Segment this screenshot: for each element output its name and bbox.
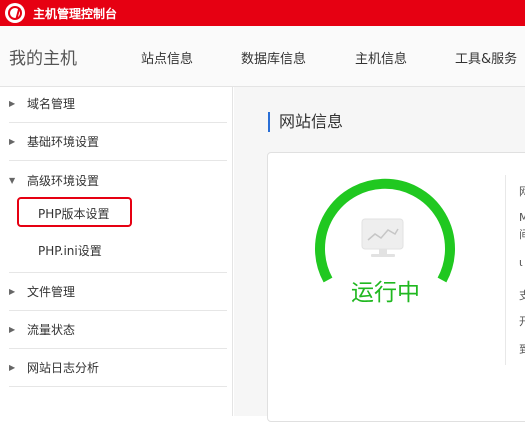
sidebar-item-label: 基础环境设置 bbox=[27, 135, 100, 149]
sidebar-item-basic-env[interactable]: ▶ 基础环境设置 bbox=[9, 123, 227, 161]
divider bbox=[505, 175, 506, 365]
caret-right-icon: ▶ bbox=[9, 325, 16, 334]
info-label: ι bbox=[519, 256, 523, 269]
nav-item-site-info[interactable]: 站点信息 bbox=[141, 48, 193, 67]
top-header: 主机管理控制台 bbox=[0, 0, 525, 26]
caret-right-icon: ▶ bbox=[9, 137, 16, 146]
info-label: 网 bbox=[519, 185, 525, 198]
info-label: 开 bbox=[519, 315, 525, 328]
caret-right-icon: ▶ bbox=[9, 363, 16, 372]
caret-right-icon: ▶ bbox=[9, 287, 16, 296]
section-title: 网站信息 bbox=[268, 112, 343, 132]
info-label: 间 bbox=[519, 228, 525, 241]
sidebar-item-label: 域名管理 bbox=[27, 97, 76, 111]
sidebar-item-domain-management[interactable]: ▶ 域名管理 bbox=[9, 85, 227, 123]
sidebar-item-label: 网站日志分析 bbox=[27, 361, 100, 375]
sub-item-php-version[interactable]: PHP版本设置 bbox=[38, 205, 110, 222]
sidebar-item-label: 文件管理 bbox=[27, 285, 76, 299]
sub-item-php-ini[interactable]: PHP.ini设置 bbox=[38, 242, 102, 259]
main-nav: 我的主机 站点信息 数据库信息 主机信息 工具&服务 bbox=[0, 26, 525, 87]
info-label: M bbox=[519, 211, 525, 224]
caret-down-icon: ▼ bbox=[9, 175, 16, 185]
nav-item-tools-services[interactable]: 工具&服务 bbox=[455, 48, 517, 67]
status-text: 运行中 bbox=[351, 280, 420, 306]
caret-right-icon: ▶ bbox=[9, 99, 16, 108]
sidebar-item-log-analysis[interactable]: ▶ 网站日志分析 bbox=[9, 349, 227, 387]
nav-item-host-info[interactable]: 主机信息 bbox=[355, 48, 407, 67]
sidebar-item-file-management[interactable]: ▶ 文件管理 bbox=[9, 273, 227, 311]
info-label: 到 bbox=[519, 343, 525, 356]
sidebar-item-label: 流量状态 bbox=[27, 323, 76, 337]
sidebar-item-traffic-status[interactable]: ▶ 流量状态 bbox=[9, 311, 227, 349]
pinwheel-logo-icon bbox=[5, 3, 25, 23]
nav-item-database-info[interactable]: 数据库信息 bbox=[241, 48, 306, 67]
console-title: 主机管理控制台 bbox=[33, 6, 118, 21]
sidebar-item-label: 高级环境设置 bbox=[27, 173, 100, 188]
sidebar-item-advanced-env[interactable]: ▼ 高级环境设置 bbox=[9, 161, 227, 199]
monitor-chart-icon bbox=[361, 218, 404, 257]
nav-brand[interactable]: 我的主机 bbox=[9, 44, 77, 69]
info-label: 支 bbox=[519, 289, 525, 302]
